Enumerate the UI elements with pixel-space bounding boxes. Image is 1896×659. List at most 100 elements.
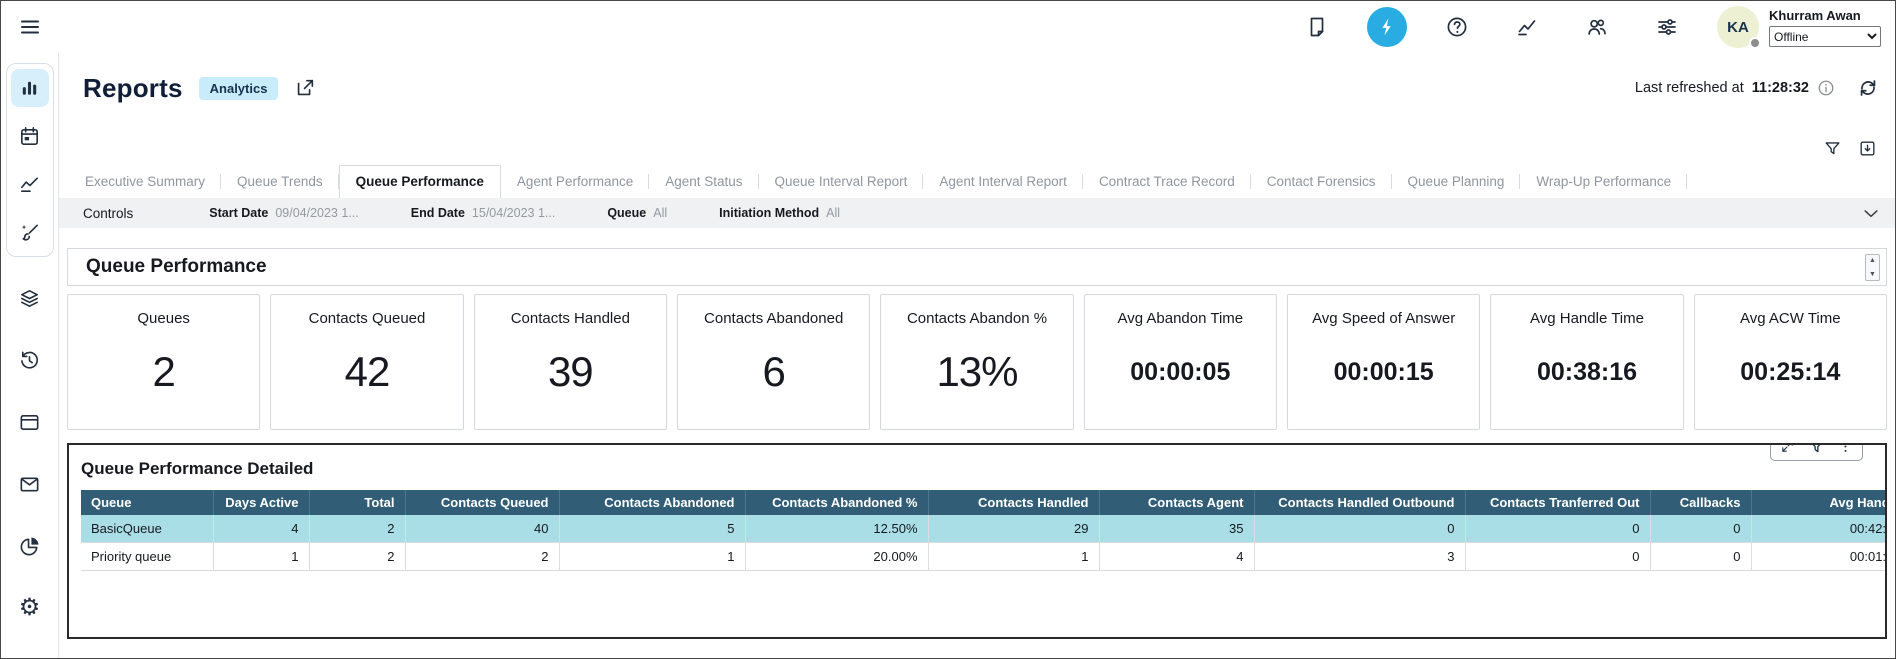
tab-queue-interval-report[interactable]: Queue Interval Report bbox=[759, 166, 924, 198]
expand-icon[interactable] bbox=[1780, 443, 1795, 454]
column-header-contacts-tranferred-out[interactable]: Contacts Tranferred Out bbox=[1465, 490, 1650, 515]
table-cell: 0 bbox=[1650, 543, 1751, 571]
metric-card-avg-abandon-time: Avg Abandon Time 00:00:05 bbox=[1084, 294, 1277, 430]
layers-icon bbox=[18, 287, 41, 310]
metric-value: 39 bbox=[548, 348, 593, 396]
table-row-priority-queue[interactable]: Priority queue122120.00%1430000:01:19 bbox=[81, 543, 1885, 571]
filter-icon[interactable] bbox=[1823, 139, 1842, 159]
table-cell: 1 bbox=[928, 543, 1099, 571]
analytics-badge: Analytics bbox=[199, 77, 279, 100]
controls-expand-button[interactable] bbox=[1861, 203, 1881, 228]
column-header-avg-handl[interactable]: Avg Handl.. bbox=[1751, 490, 1885, 515]
kebab-icon[interactable] bbox=[1838, 443, 1853, 454]
table-cell: 1 bbox=[213, 543, 309, 571]
tab-contact-forensics[interactable]: Contact Forensics bbox=[1251, 166, 1392, 198]
metric-card-avg-handle-time: Avg Handle Time00:38:16 bbox=[1490, 294, 1683, 430]
sidebar-item-history[interactable] bbox=[11, 341, 49, 379]
tab-queue-planning[interactable]: Queue Planning bbox=[1392, 166, 1521, 198]
sidebar-item-customize-brush[interactable] bbox=[11, 213, 49, 251]
refresh-button[interactable] bbox=[1857, 77, 1879, 99]
detail-title: Queue Performance Detailed bbox=[81, 459, 1885, 479]
column-header-queue[interactable]: Queue bbox=[81, 490, 213, 515]
tab-executive-summary[interactable]: Executive Summary bbox=[69, 166, 221, 198]
sidebar-item-calendar[interactable] bbox=[11, 117, 49, 155]
metric-card-contacts-handled: Contacts Handled 39 bbox=[474, 294, 667, 430]
column-header-callbacks[interactable]: Callbacks bbox=[1650, 490, 1751, 515]
tab-agent-performance[interactable]: Agent Performance bbox=[501, 166, 649, 198]
control-queue[interactable]: QueueAll bbox=[607, 206, 667, 220]
metric-value: 00:00:15 bbox=[1334, 358, 1434, 387]
tab-queue-trends[interactable]: Queue Trends bbox=[221, 166, 339, 198]
metric-label: Avg Abandon Time bbox=[1117, 310, 1243, 327]
table-cell: 00:42:22 bbox=[1751, 515, 1885, 543]
last-refreshed: Last refreshed at 11:28:32 bbox=[1635, 79, 1835, 97]
sidebar-item-pie-chart[interactable] bbox=[11, 527, 49, 565]
metric-card-avg-acw-time: Avg ACW Time00:25:14 bbox=[1694, 294, 1887, 430]
table-cell: 40 bbox=[405, 515, 559, 543]
metric-card-contacts-abandoned: Contacts Abandoned6 bbox=[677, 294, 870, 430]
column-header-contacts-agent[interactable]: Contacts Agent bbox=[1099, 490, 1254, 515]
panel-toolbar bbox=[1770, 443, 1863, 461]
column-header-contacts-handled-outbound[interactable]: Contacts Handled Outbound bbox=[1254, 490, 1465, 515]
agent-status-select[interactable]: Offline bbox=[1769, 26, 1881, 47]
scroll-spinner[interactable]: ▲▼ bbox=[1865, 254, 1880, 281]
tab-agent-interval-report[interactable]: Agent Interval Report bbox=[923, 166, 1083, 198]
filter-icon[interactable] bbox=[1807, 443, 1826, 456]
sidebar-item-window[interactable] bbox=[11, 403, 49, 441]
table-cell: 4 bbox=[1099, 543, 1254, 571]
control-start-date[interactable]: Start Date09/04/2023 1... bbox=[209, 206, 358, 220]
metric-label: Queues bbox=[137, 310, 190, 327]
help-button[interactable] bbox=[1437, 7, 1477, 47]
control-label: Initiation Method bbox=[719, 206, 819, 220]
download-icon[interactable] bbox=[1858, 139, 1877, 159]
table-cell: 5 bbox=[559, 515, 745, 543]
table-cell: Priority queue bbox=[81, 543, 213, 571]
metric-value: 00:00:05 bbox=[1130, 358, 1230, 387]
info-icon[interactable] bbox=[1817, 79, 1835, 97]
sidebar-item-line-chart[interactable] bbox=[11, 165, 49, 203]
page-title: Reports bbox=[83, 73, 183, 104]
tab-queue-performance[interactable]: Queue Performance bbox=[339, 165, 501, 198]
table-cell: 4 bbox=[213, 515, 309, 543]
users-icon bbox=[1585, 15, 1609, 39]
column-header-days-active[interactable]: Days Active bbox=[213, 490, 309, 515]
sidebar-item-bar-chart[interactable] bbox=[11, 69, 49, 107]
metric-label: Contacts Handled bbox=[511, 310, 630, 327]
open-external-button[interactable] bbox=[294, 77, 316, 99]
hamburger-menu-button[interactable] bbox=[13, 10, 47, 44]
user-identity: KA Khurram Awan Offline bbox=[1717, 6, 1881, 48]
sidebar-item-settings-gear[interactable]: ⚙ bbox=[11, 589, 49, 627]
note-button[interactable] bbox=[1297, 7, 1337, 47]
table-cell: 0 bbox=[1254, 515, 1465, 543]
lightning-button[interactable] bbox=[1367, 7, 1407, 47]
sidebar-item-mail[interactable] bbox=[11, 465, 49, 503]
table-row-basicqueue[interactable]: BasicQueue4240512.50%293500000:42:22 bbox=[81, 515, 1885, 543]
metric-label: Contacts Abandon % bbox=[907, 310, 1047, 327]
metric-value: 00:25:14 bbox=[1740, 358, 1840, 387]
history-icon bbox=[18, 349, 41, 372]
calendar-icon bbox=[18, 125, 41, 148]
control-initiation-method[interactable]: Initiation MethodAll bbox=[719, 206, 840, 220]
column-header-contacts-abandoned[interactable]: Contacts Abandoned bbox=[559, 490, 745, 515]
sliders-button[interactable] bbox=[1647, 7, 1687, 47]
metric-label: Avg Handle Time bbox=[1530, 310, 1644, 327]
metric-value: 6 bbox=[762, 348, 784, 396]
column-header-contacts-queued[interactable]: Contacts Queued bbox=[405, 490, 559, 515]
column-header-contacts-abandoned[interactable]: Contacts Abandoned % bbox=[745, 490, 928, 515]
user-name: Khurram Awan bbox=[1769, 8, 1881, 23]
column-header-contacts-handled[interactable]: Contacts Handled bbox=[928, 490, 1099, 515]
users-button[interactable] bbox=[1577, 7, 1617, 47]
tab-wrap-up-performance[interactable]: Wrap-Up Performance bbox=[1520, 166, 1687, 198]
sidebar-item-layers[interactable] bbox=[11, 279, 49, 317]
table-cell: BasicQueue bbox=[81, 515, 213, 543]
table-cell: 2 bbox=[309, 515, 405, 543]
tab-contract-trace-record[interactable]: Contract Trace Record bbox=[1083, 166, 1251, 198]
column-header-total[interactable]: Total bbox=[309, 490, 405, 515]
tab-agent-status[interactable]: Agent Status bbox=[649, 166, 758, 198]
controls-bar[interactable]: Controls Start Date09/04/2023 1... End Da… bbox=[59, 198, 1895, 228]
sidebar: ⚙ bbox=[1, 53, 59, 658]
metrics-chart-button[interactable] bbox=[1507, 7, 1547, 47]
status-dot bbox=[1749, 37, 1761, 49]
controls-label: Controls bbox=[83, 206, 133, 221]
control-end-date[interactable]: End Date15/04/2023 1... bbox=[411, 206, 556, 220]
